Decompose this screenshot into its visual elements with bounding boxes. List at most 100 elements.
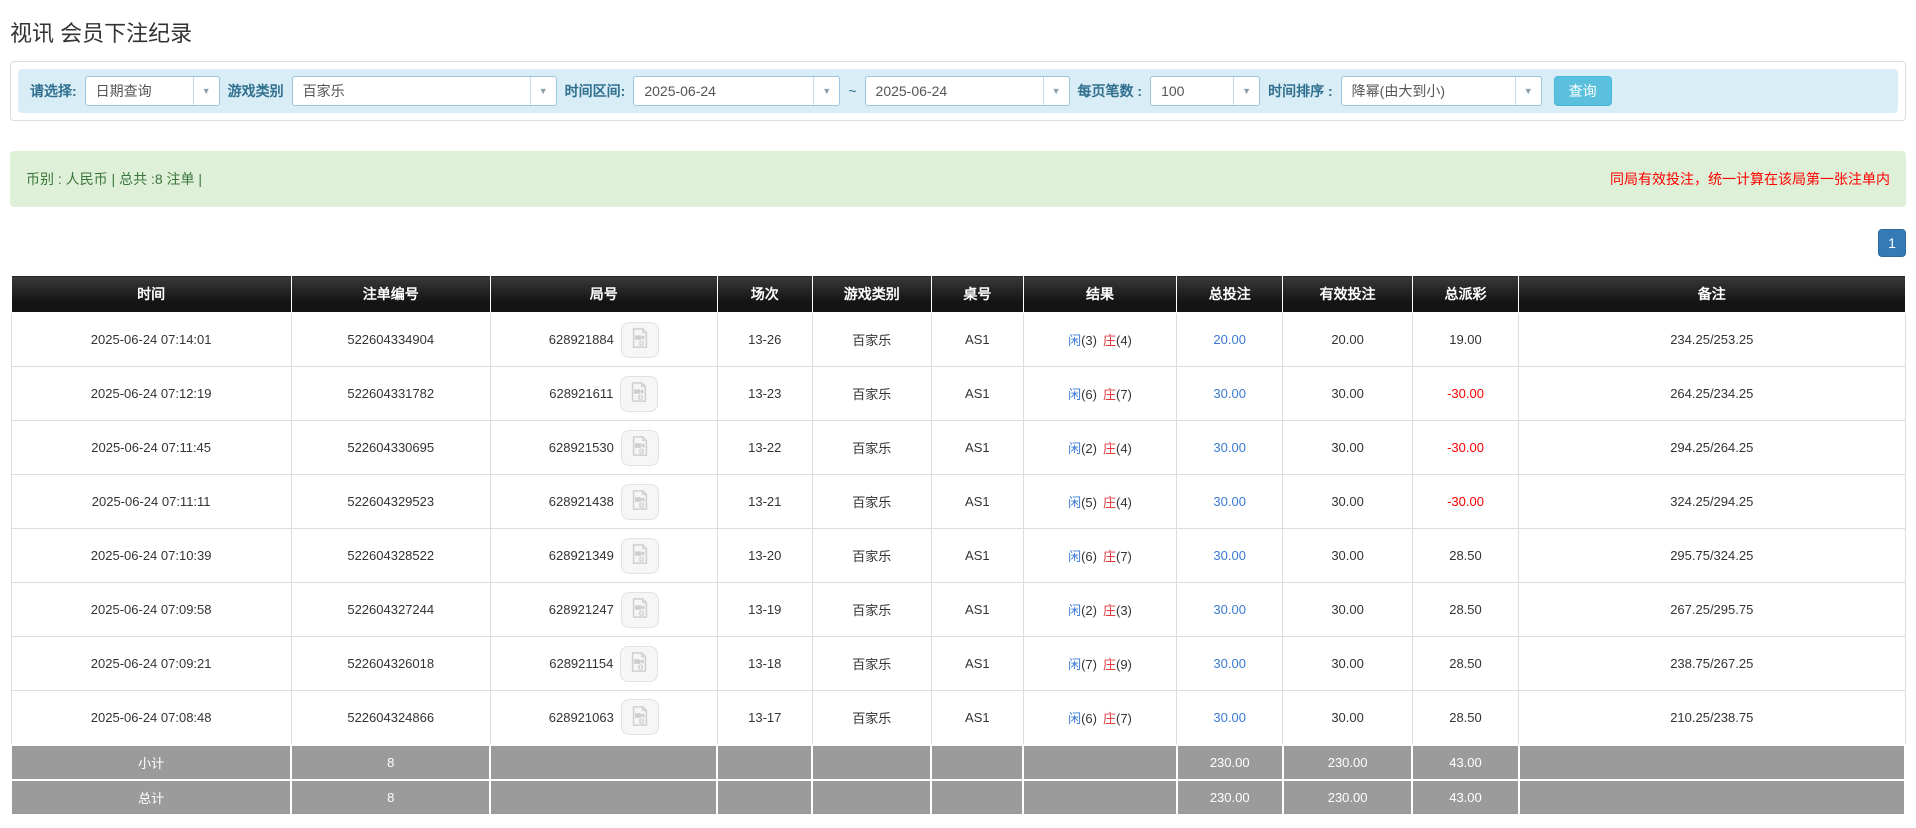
- cell-round-id: 628921530: [489, 420, 718, 475]
- total-bet-link[interactable]: 30.00: [1213, 440, 1246, 455]
- cell-total-bet: 30.00: [1176, 690, 1284, 745]
- cell-total-bet: 30.00: [1176, 636, 1284, 691]
- result-banker: 庄: [1102, 603, 1116, 618]
- cell-result: 闲(6) 庄(7): [1022, 528, 1178, 583]
- column-header-8: 总投注: [1176, 275, 1284, 313]
- total-bet-link[interactable]: 30.00: [1213, 494, 1246, 509]
- cell-time: 2025-06-24 07:12:19: [10, 366, 292, 421]
- date-from-dropdown[interactable]: 2025-06-24 ▼: [633, 76, 841, 106]
- video-file-icon: [629, 435, 651, 460]
- cell-remark: 295.75/324.25: [1518, 528, 1906, 583]
- page-button-1[interactable]: 1: [1878, 229, 1906, 257]
- total-bet-link[interactable]: 30.00: [1213, 548, 1246, 563]
- cell-table-number: AS1: [930, 366, 1024, 421]
- column-header-3: 局号: [489, 275, 718, 313]
- page-size-dropdown[interactable]: 100 ▼: [1150, 76, 1261, 106]
- video-replay-button[interactable]: [620, 483, 659, 520]
- cell-payout: 28.50: [1411, 528, 1520, 583]
- footer-label: 小计: [9, 743, 293, 781]
- cell-total-bet: 30.00: [1176, 420, 1284, 475]
- result-player: 闲: [1068, 603, 1082, 618]
- column-header-11: 备注: [1518, 275, 1906, 313]
- cell-total-bet: 30.00: [1176, 366, 1284, 421]
- cell-game-type: 百家乐: [811, 690, 932, 745]
- video-replay-button[interactable]: [620, 375, 659, 412]
- sort-order-dropdown[interactable]: 降幂(由大到小) ▼: [1340, 76, 1542, 106]
- video-replay-button[interactable]: [620, 537, 659, 574]
- game-type-value: 百家乐: [302, 83, 345, 99]
- result-banker: 庄: [1102, 710, 1116, 726]
- total-bet-link[interactable]: 30.00: [1213, 602, 1246, 617]
- date-from-value: 2025-06-24: [644, 83, 716, 99]
- payout-value: 28.50: [1449, 709, 1482, 725]
- date-to-dropdown[interactable]: 2025-06-24 ▼: [864, 76, 1070, 106]
- cell-valid-bet: 30.00: [1282, 420, 1413, 475]
- video-file-icon: [629, 597, 651, 622]
- game-type-dropdown[interactable]: 百家乐 ▼: [291, 76, 557, 106]
- column-header-5: 游戏类别: [811, 275, 932, 313]
- cell-time: 2025-06-24 07:11:45: [10, 420, 292, 475]
- cell-round-id: 628921063: [489, 690, 718, 745]
- result-banker: 庄: [1102, 549, 1116, 564]
- video-replay-button[interactable]: [620, 699, 659, 736]
- cell-table-number: AS1: [930, 474, 1024, 529]
- column-header-6: 桌号: [930, 275, 1024, 313]
- page-size-value: 100: [1161, 83, 1185, 99]
- total-bet-link[interactable]: 30.00: [1213, 386, 1246, 401]
- video-replay-button[interactable]: [620, 645, 659, 682]
- sort-order-label: 时间排序 :: [1268, 83, 1333, 99]
- cell-table-number: AS1: [930, 582, 1024, 637]
- cell-payout: 28.50: [1411, 690, 1520, 745]
- cell-bet-id: 522604328522: [290, 528, 491, 583]
- cell-session: 13-20: [716, 528, 813, 583]
- total-bet-link[interactable]: 20.00: [1213, 332, 1246, 347]
- footer-empty: [811, 778, 933, 816]
- video-replay-button[interactable]: [620, 429, 659, 466]
- video-file-icon: [629, 705, 651, 730]
- video-replay-button[interactable]: [620, 321, 659, 358]
- summary-bar: 币别 : 人民币 | 总共 :8 注单 | 同局有效投注，统一计算在该局第一张注…: [10, 151, 1906, 207]
- cell-bet-id: 522604331782: [290, 366, 491, 421]
- chevron-down-icon: ▼: [529, 77, 556, 105]
- total-bet-link[interactable]: 30.00: [1213, 656, 1246, 671]
- column-header-7: 结果: [1022, 275, 1178, 313]
- chevron-down-icon: ▼: [192, 77, 219, 105]
- video-replay-button[interactable]: [620, 591, 659, 628]
- table-header: 时间 注单编号 局号 场次 游戏类别 桌号 结果 总投注 有效投注 总派彩 备注: [10, 275, 1906, 313]
- footer-valid-bet: 230.00: [1281, 743, 1414, 781]
- footer-empty: [1517, 743, 1907, 781]
- cell-time: 2025-06-24 07:11:11: [10, 474, 292, 529]
- result-player: 闲: [1068, 657, 1082, 672]
- cell-remark: 264.25/234.25: [1518, 366, 1906, 421]
- cell-valid-bet: 30.00: [1282, 366, 1413, 421]
- table-row: 2025-06-24 07:10:39 522604328522 628921349…: [10, 528, 1906, 583]
- footer-valid-bet: 230.00: [1281, 778, 1414, 816]
- round-number: 628921611: [549, 386, 614, 401]
- cell-payout: -30.00: [1411, 474, 1520, 529]
- search-button[interactable]: 查询: [1553, 76, 1612, 106]
- cell-bet-id: 522604329523: [290, 474, 491, 529]
- cell-game-type: 百家乐: [811, 582, 932, 637]
- table-row: 2025-06-24 07:11:11 522604329523 628921438…: [10, 474, 1906, 529]
- footer-empty: [811, 743, 933, 781]
- video-file-icon: [629, 489, 651, 514]
- chevron-down-icon: ▼: [1514, 77, 1541, 105]
- cell-round-id: 628921154: [489, 636, 718, 691]
- cell-round-id: 628921884: [489, 312, 718, 367]
- round-number: 628921349: [548, 548, 614, 563]
- column-header-4: 场次: [716, 275, 813, 313]
- footer-total-bet: 230.00: [1175, 778, 1284, 816]
- payout-value: -30.00: [1447, 386, 1484, 401]
- footer-empty: [716, 743, 814, 781]
- footer-total-bet: 230.00: [1175, 743, 1284, 781]
- result-player: 闲: [1068, 441, 1082, 456]
- total-bet-link[interactable]: 30.00: [1213, 710, 1246, 725]
- cell-result: 闲(3) 庄(4): [1022, 312, 1178, 367]
- payout-value: 28.50: [1449, 656, 1482, 671]
- cell-valid-bet: 30.00: [1282, 690, 1413, 745]
- time-range-label: 时间区间:: [564, 83, 626, 99]
- query-type-label: 请选择:: [30, 83, 77, 99]
- cell-total-bet: 30.00: [1176, 528, 1284, 583]
- table-row: 2025-06-24 07:09:58 522604327244 628921247…: [10, 582, 1906, 637]
- query-type-dropdown[interactable]: 日期查询 ▼: [84, 76, 220, 106]
